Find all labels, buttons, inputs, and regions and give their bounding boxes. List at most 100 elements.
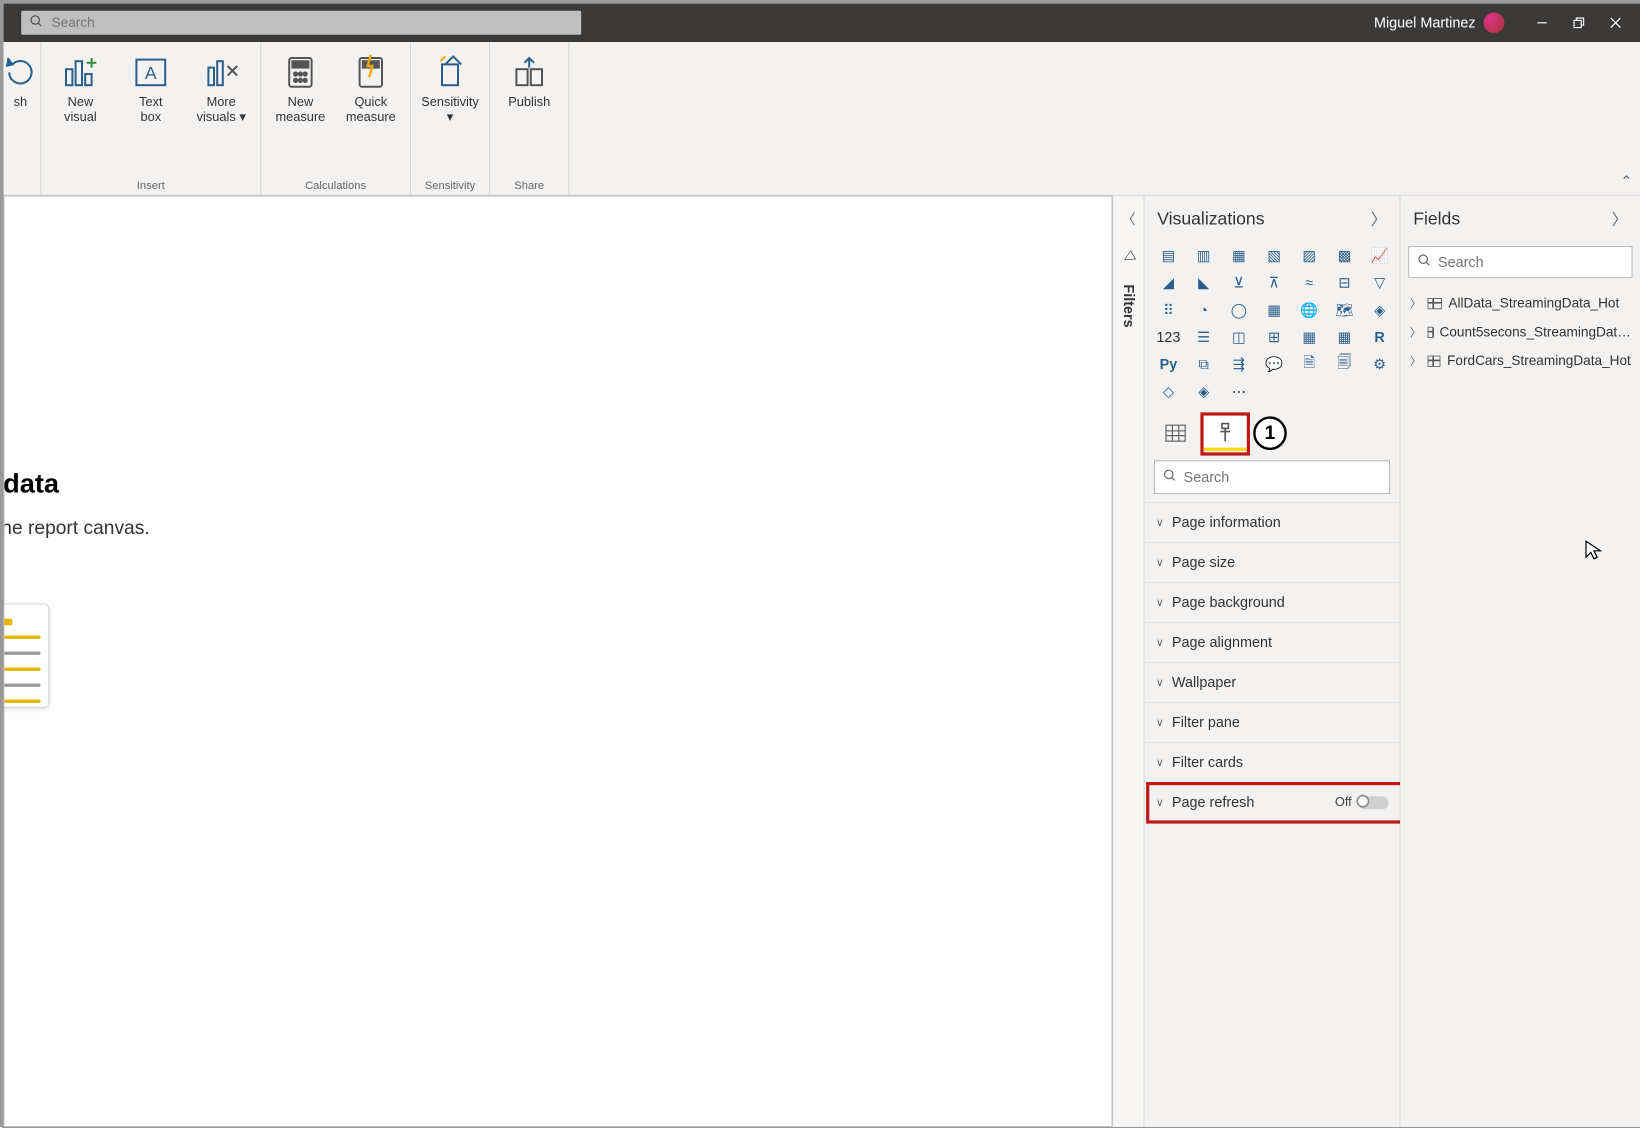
viz-more1-icon[interactable]: ◈	[1189, 380, 1218, 402]
viz-ribbon-icon[interactable]: ≈	[1295, 272, 1324, 294]
chevron-right-icon[interactable]: 〉	[1371, 207, 1387, 230]
filters-pane-collapsed[interactable]: 〈 ◁ Filters	[1112, 196, 1144, 1127]
section-filter-cards[interactable]: ∨Filter cards	[1144, 742, 1399, 782]
viz-donut-icon[interactable]: ◯	[1224, 299, 1253, 321]
viz-powerapps-icon[interactable]: ◇	[1154, 380, 1183, 402]
global-search-input[interactable]	[52, 15, 574, 31]
visualizations-pane: Visualizations 〉 ▤ ▥ ▦ ▧ ▨ ▩ 📈 ◢ ◣ ⊻ ⊼ ≈…	[1144, 196, 1400, 1127]
field-table-item[interactable]: 〉 FordCars_StreamingData_Hot	[1400, 347, 1640, 376]
cursor-icon	[1584, 540, 1602, 566]
visualizations-title: Visualizations	[1157, 208, 1264, 229]
field-table-item[interactable]: 〉 AllData_StreamingData_Hot	[1400, 289, 1640, 318]
viz-clustered-column-icon[interactable]: ▧	[1260, 244, 1289, 266]
chevron-down-icon: ▾	[239, 111, 245, 125]
section-filter-pane[interactable]: ∨Filter pane	[1144, 702, 1399, 742]
window-close-button[interactable]	[1597, 7, 1634, 39]
viz-funnel-icon[interactable]: ▽	[1365, 272, 1394, 294]
refresh-button[interactable]: sh	[7, 47, 34, 110]
viz-pie-icon[interactable]: ◔	[1189, 299, 1218, 321]
viz-stacked-column-icon[interactable]: ▨	[1295, 244, 1324, 266]
fields-search-input[interactable]	[1438, 254, 1624, 271]
viz-table-icon[interactable]: ▦	[1295, 326, 1324, 348]
viz-qa-icon[interactable]: 💬	[1260, 353, 1289, 375]
viz-multi-row-card-icon[interactable]: ☰	[1189, 326, 1218, 348]
table-icon	[1428, 327, 1434, 338]
svg-text:A: A	[145, 63, 157, 83]
new-visual-button[interactable]: New visual	[52, 47, 108, 126]
chevron-right-icon: 〉	[1410, 296, 1421, 312]
viz-automate-icon[interactable]: ⚙	[1365, 353, 1394, 375]
viz-stacked-column-100-icon[interactable]: ▩	[1330, 244, 1359, 266]
chevron-down-icon: ∨	[1156, 676, 1164, 690]
viz-area-icon[interactable]: ◢	[1154, 272, 1183, 294]
viz-card-icon[interactable]: 123	[1154, 326, 1183, 348]
section-page-refresh[interactable]: ∨ Page refresh Off	[1144, 782, 1399, 822]
viz-shape-map-icon[interactable]: ◈	[1365, 299, 1394, 321]
viz-stacked-bar-100-icon[interactable]: ▦	[1224, 244, 1253, 266]
title-bar: Miguel Martinez	[4, 4, 1640, 42]
canvas-heading: ls with your data	[4, 468, 150, 499]
ribbon-group-label: Share	[514, 174, 544, 192]
visualizations-search-input[interactable]	[1184, 469, 1382, 486]
chevron-right-icon[interactable]: 〉	[1612, 207, 1628, 230]
more-visuals-button[interactable]: More visuals ▾	[193, 47, 249, 126]
section-page-alignment[interactable]: ∨Page alignment	[1144, 622, 1399, 662]
viz-stacked-area-icon[interactable]: ◣	[1189, 272, 1218, 294]
chevron-down-icon: ▾	[447, 111, 453, 125]
viz-more-ellipsis-icon[interactable]: ⋯	[1224, 380, 1253, 402]
viz-line-stacked-icon[interactable]: ⊼	[1260, 272, 1289, 294]
viz-line-icon[interactable]: 📈	[1365, 244, 1394, 266]
page-refresh-toggle[interactable]	[1358, 796, 1388, 809]
chevron-down-icon: ∨	[1156, 556, 1164, 570]
chevron-down-icon: ∨	[1156, 636, 1164, 650]
viz-slicer-icon[interactable]: ⊞	[1260, 326, 1289, 348]
viz-filled-map-icon[interactable]: 🗺	[1330, 299, 1359, 321]
viz-key-influencers-icon[interactable]: ⧉	[1189, 353, 1218, 375]
window-minimize-button[interactable]	[1524, 7, 1561, 39]
quick-measure-button[interactable]: Quick measure	[343, 47, 399, 126]
viz-narrative-icon[interactable]: 🗎	[1295, 353, 1324, 375]
viz-matrix-icon[interactable]: ▦	[1330, 326, 1359, 348]
viz-kpi-icon[interactable]: ◫	[1224, 326, 1253, 348]
viz-stacked-bar-icon[interactable]: ▤	[1154, 244, 1183, 266]
chevron-down-icon: ∨	[1156, 716, 1164, 730]
ribbon-group-sensitivity: Sensitivity▾ Sensitivity	[411, 42, 490, 195]
fields-search[interactable]	[1408, 246, 1632, 278]
funnel-icon: ◁	[1119, 247, 1137, 267]
section-page-background[interactable]: ∨Page background	[1144, 582, 1399, 622]
text-box-button[interactable]: A Text box	[123, 47, 179, 126]
collapse-ribbon-button[interactable]: ⌃	[1620, 173, 1632, 190]
global-search[interactable]	[21, 11, 581, 35]
callout-number-1: 1	[1253, 416, 1287, 450]
canvas-placeholder: ls with your data Fields pane onto the r…	[4, 468, 150, 739]
viz-treemap-icon[interactable]: ▦	[1260, 299, 1289, 321]
viz-decomposition-icon[interactable]: ⇶	[1224, 353, 1253, 375]
viz-line-clustered-icon[interactable]: ⊻	[1224, 272, 1253, 294]
viz-clustered-bar-icon[interactable]: ▥	[1189, 244, 1218, 266]
window-restore-button[interactable]	[1560, 7, 1597, 39]
sensitivity-button[interactable]: Sensitivity▾	[422, 47, 478, 126]
search-icon	[1417, 253, 1431, 271]
viz-waterfall-icon[interactable]: ⊟	[1330, 272, 1359, 294]
publish-button[interactable]: Publish	[501, 47, 557, 110]
new-measure-button[interactable]: New measure	[272, 47, 328, 126]
section-page-size[interactable]: ∨Page size	[1144, 542, 1399, 582]
viz-scatter-icon[interactable]: ⠿	[1154, 299, 1183, 321]
chevron-down-icon: ∨	[1156, 756, 1164, 770]
field-table-item[interactable]: 〉 Count5secons_StreamingDat…	[1400, 318, 1640, 347]
section-wallpaper[interactable]: ∨Wallpaper	[1144, 662, 1399, 702]
viz-r-icon[interactable]: R	[1365, 326, 1394, 348]
ribbon: sh New visual A Text box More visuals ▾ …	[4, 42, 1640, 196]
fields-tab[interactable]	[1154, 416, 1197, 451]
visualizations-search[interactable]	[1154, 460, 1390, 494]
report-canvas[interactable]: ls with your data Fields pane onto the r…	[4, 196, 1113, 1127]
format-tab[interactable]	[1204, 416, 1247, 451]
avatar[interactable]	[1484, 12, 1505, 33]
viz-python-icon[interactable]: Py	[1154, 353, 1183, 375]
viz-map-icon[interactable]: 🌐	[1295, 299, 1324, 321]
search-icon	[1163, 468, 1177, 486]
section-page-information[interactable]: ∨Page information	[1144, 502, 1399, 542]
chevron-right-icon: 〉	[1410, 324, 1421, 340]
viz-paginated-icon[interactable]: 🗐	[1330, 353, 1359, 375]
filters-label: Filters	[1120, 284, 1137, 327]
